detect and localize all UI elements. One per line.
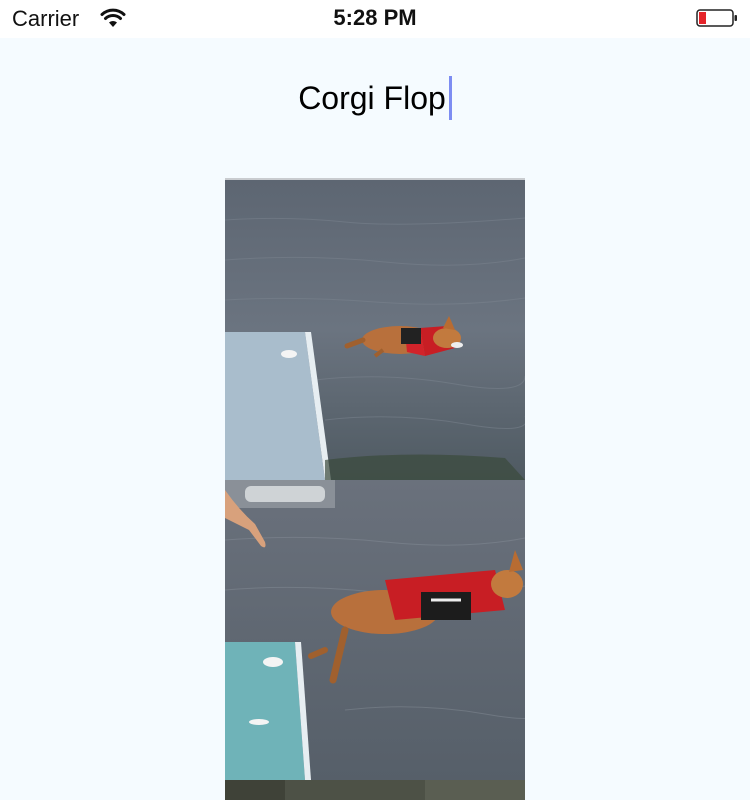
clock: 5:28 PM xyxy=(333,5,417,30)
status-bar: Carrier 5:28 PM xyxy=(0,0,750,38)
gif-frame-1[interactable] xyxy=(225,178,525,482)
text-caret xyxy=(448,76,452,120)
corgi-jump-frame-2 xyxy=(225,480,525,780)
title-text-field[interactable]: Corgi Flop xyxy=(0,76,750,122)
app-screen: Carrier 5:28 PM Corgi Flop xyxy=(0,0,750,800)
corgi-jump-frame-3 xyxy=(225,780,525,800)
gif-frame-3[interactable] xyxy=(225,780,525,800)
gif-frame-2[interactable] xyxy=(225,480,525,780)
battery-low-icon xyxy=(696,9,738,27)
title-text: Corgi Flop xyxy=(298,80,446,116)
corgi-jump-frame-1 xyxy=(225,180,525,480)
